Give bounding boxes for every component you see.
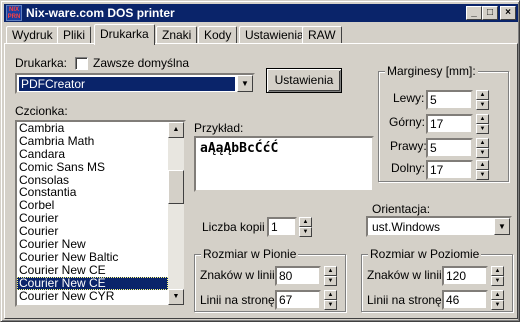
chevron-down-icon[interactable]: ▼ xyxy=(237,75,253,92)
landscape-lines-spinner[interactable]: ▲ ▼ xyxy=(491,290,504,310)
scroll-up-icon[interactable]: ▲ xyxy=(168,122,184,138)
landscape-chars-label: Znaków w linii: xyxy=(367,268,446,282)
orientation-select[interactable]: ust.Windows ▼ xyxy=(366,216,512,237)
maximize-button[interactable]: □ xyxy=(482,6,498,20)
copies-spinner[interactable]: ▲ ▼ xyxy=(299,217,312,237)
spin-up-icon[interactable]: ▲ xyxy=(476,90,489,100)
default-printer-checkbox[interactable] xyxy=(75,57,88,70)
tab-ustawienia[interactable]: Ustawienia xyxy=(239,26,310,44)
spin-up-icon[interactable]: ▲ xyxy=(299,217,312,227)
spin-down-icon[interactable]: ▼ xyxy=(324,300,337,310)
spin-up-icon[interactable]: ▲ xyxy=(491,290,504,300)
tab-wydruk[interactable]: Wydruk xyxy=(6,26,59,44)
preview-box: aĄąĄbBcĆćĆ xyxy=(194,136,374,192)
window-title: Nix-ware.com DOS printer xyxy=(26,6,175,20)
tab-strip: Wydruk Pliki Drukarka Znaki Kody Ustawie… xyxy=(4,24,518,45)
minimize-button[interactable]: _ xyxy=(466,6,482,20)
tab-znaki[interactable]: Znaki xyxy=(156,26,198,44)
app-window: NIX PRN Nix-ware.com DOS printer _ □ × W… xyxy=(0,0,520,322)
portrait-lines-spinner[interactable]: ▲ ▼ xyxy=(324,290,337,310)
title-bar[interactable]: NIX PRN Nix-ware.com DOS printer _ □ × xyxy=(4,4,518,22)
margin-bottom-spinner[interactable]: ▲ ▼ xyxy=(476,160,489,180)
landscape-lines-label: Linii na stronę: xyxy=(367,293,446,307)
portrait-chars-spinner[interactable]: ▲ ▼ xyxy=(324,266,337,286)
tab-pliki[interactable]: Pliki xyxy=(57,26,92,44)
default-printer-label: Zawsze domyślna xyxy=(93,56,190,70)
portrait-title: Rozmiar w Pionie xyxy=(201,247,299,261)
landscape-lines-input[interactable]: 46 xyxy=(442,290,488,310)
font-label: Czcionka: xyxy=(15,104,68,118)
list-item[interactable]: Comic Sans MS xyxy=(17,160,168,174)
landscape-chars-input[interactable]: 120 xyxy=(442,266,488,286)
portrait-size-group: Rozmiar w Pionie Znaków w linii: 80 ▲ ▼ … xyxy=(194,247,346,312)
tab-drukarka[interactable]: Drukarka xyxy=(94,24,155,45)
spin-up-icon[interactable]: ▲ xyxy=(476,138,489,148)
landscape-title: Rozmiar w Poziomie xyxy=(368,247,482,261)
spin-up-icon[interactable]: ▲ xyxy=(324,266,337,276)
margin-right-input[interactable]: 5 xyxy=(426,138,473,158)
printer-label: Drukarka: xyxy=(15,56,68,70)
list-item-selected[interactable]: Courier New CE xyxy=(17,276,168,290)
margin-bottom-input[interactable]: 17 xyxy=(426,160,473,180)
list-item[interactable]: Candara xyxy=(17,147,168,161)
spin-down-icon[interactable]: ▼ xyxy=(491,300,504,310)
margin-left-spinner[interactable]: ▲ ▼ xyxy=(476,90,489,110)
portrait-chars-label: Znaków w linii: xyxy=(200,268,279,282)
spin-down-icon[interactable]: ▼ xyxy=(476,148,489,158)
font-list: Cambria Cambria Math Candara Comic Sans … xyxy=(17,122,168,302)
spin-down-icon[interactable]: ▼ xyxy=(324,276,337,286)
margin-top-spinner[interactable]: ▲ ▼ xyxy=(476,114,489,134)
list-item[interactable]: Courier New Baltic xyxy=(17,250,168,264)
spin-down-icon[interactable]: ▼ xyxy=(476,100,489,110)
margins-group: Marginesy [mm]: Lewy: 5 ▲ ▼ Górny: 17 ▲ … xyxy=(378,64,509,182)
printer-select[interactable]: PDFCreator ▼ xyxy=(15,73,255,94)
margin-left-input[interactable]: 5 xyxy=(426,90,473,110)
copies-input[interactable]: 1 xyxy=(267,217,297,237)
list-item[interactable]: Courier New CYR xyxy=(17,289,168,303)
portrait-chars-input[interactable]: 80 xyxy=(275,266,321,286)
font-listbox[interactable]: Cambria Cambria Math Candara Comic Sans … xyxy=(15,120,186,307)
margins-title: Marginesy [mm]: xyxy=(385,64,478,78)
spin-up-icon[interactable]: ▲ xyxy=(324,290,337,300)
margin-left-label: Lewy: xyxy=(393,91,425,105)
list-item[interactable]: Cambria Math xyxy=(17,134,168,148)
scroll-down-icon[interactable]: ▼ xyxy=(168,289,184,305)
close-button[interactable]: × xyxy=(500,6,516,20)
margin-bottom-label: Dolny: xyxy=(391,161,426,175)
spin-down-icon[interactable]: ▼ xyxy=(476,170,489,180)
orientation-label: Orientacja: xyxy=(372,202,431,216)
spin-up-icon[interactable]: ▲ xyxy=(491,266,504,276)
landscape-size-group: Rozmiar w Poziomie Znaków w linii: 120 ▲… xyxy=(361,247,513,312)
app-icon[interactable]: NIX PRN xyxy=(6,5,22,21)
orientation-select-value: ust.Windows xyxy=(372,220,441,234)
font-list-scrollbar[interactable]: ▲ ▼ xyxy=(168,122,184,305)
margin-top-label: Górny: xyxy=(389,115,426,129)
margin-right-label: Prawy: xyxy=(390,139,427,153)
spin-up-icon[interactable]: ▲ xyxy=(476,114,489,124)
list-item[interactable]: Courier New xyxy=(17,238,168,251)
portrait-lines-label: Linii na stronę: xyxy=(200,293,279,307)
spin-up-icon[interactable]: ▲ xyxy=(476,160,489,170)
scroll-thumb[interactable] xyxy=(168,170,184,204)
preview-label: Przykład: xyxy=(194,121,244,135)
printer-settings-button[interactable]: Ustawienia xyxy=(266,68,342,93)
margin-top-input[interactable]: 17 xyxy=(426,114,473,134)
tab-panel-drukarka: Drukarka: Zawsze domyślna PDFCreator ▼ U… xyxy=(4,43,518,319)
copies-label: Liczba kopii xyxy=(202,220,265,234)
preview-text: aĄąĄbBcĆćĆ xyxy=(200,141,279,156)
tab-raw[interactable]: RAW xyxy=(302,26,342,44)
landscape-chars-spinner[interactable]: ▲ ▼ xyxy=(491,266,504,286)
printer-select-value: PDFCreator xyxy=(19,77,235,91)
spin-down-icon[interactable]: ▼ xyxy=(299,227,312,237)
margin-right-spinner[interactable]: ▲ ▼ xyxy=(476,138,489,158)
portrait-lines-input[interactable]: 67 xyxy=(275,290,321,310)
list-item[interactable]: Courier New CE xyxy=(17,263,168,277)
list-item[interactable]: Cambria xyxy=(17,122,168,135)
spin-down-icon[interactable]: ▼ xyxy=(476,124,489,134)
spin-down-icon[interactable]: ▼ xyxy=(491,276,504,286)
tab-kody[interactable]: Kody xyxy=(198,26,238,44)
chevron-down-icon[interactable]: ▼ xyxy=(494,218,510,235)
